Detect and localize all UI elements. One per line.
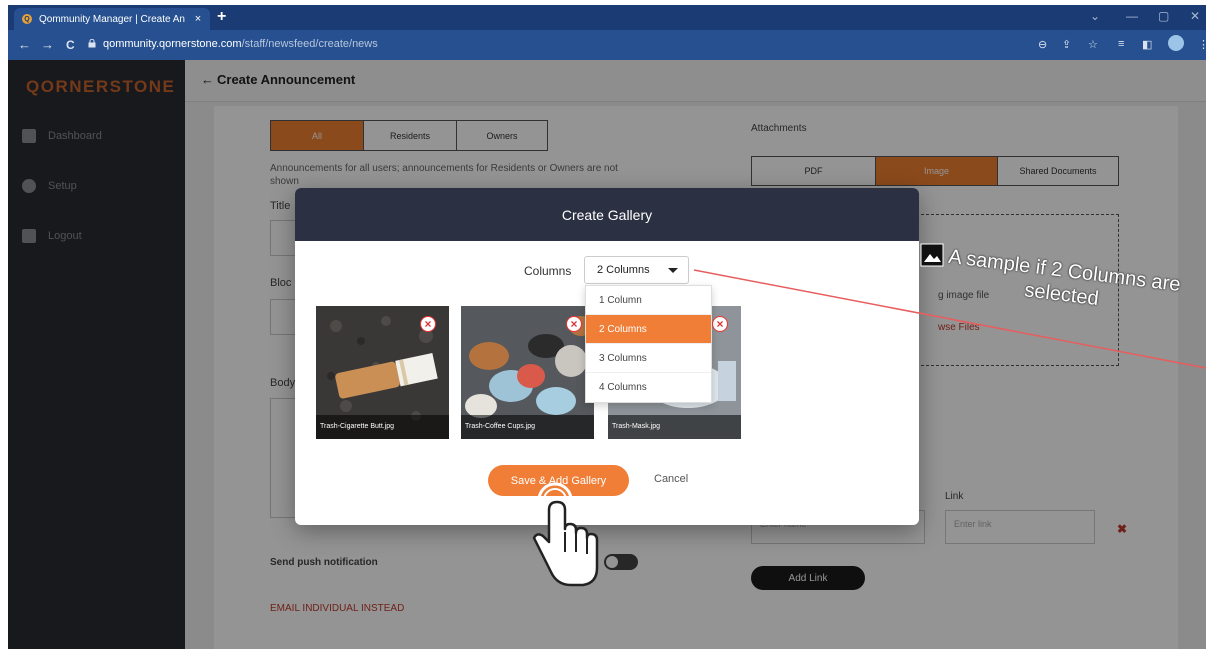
pointer-hand-icon	[532, 482, 599, 587]
